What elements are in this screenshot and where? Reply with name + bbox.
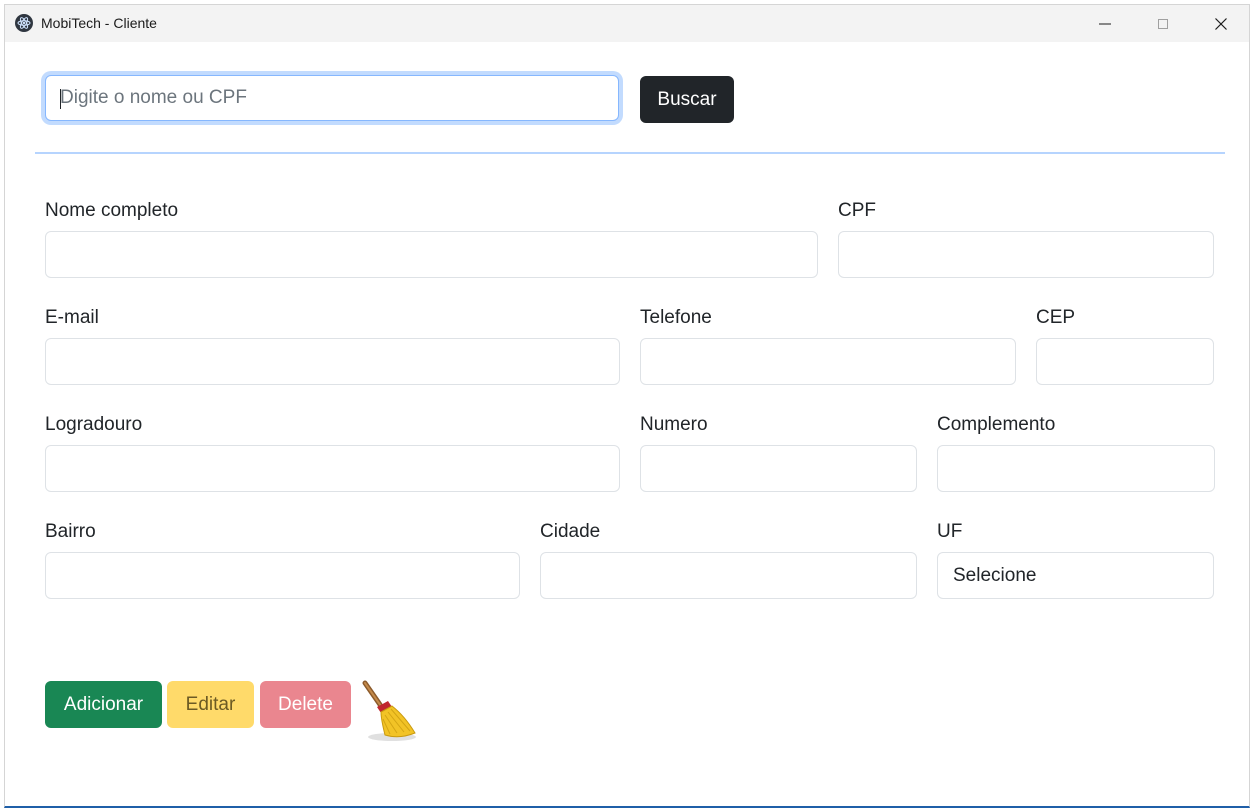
cidade-input[interactable] xyxy=(540,552,917,599)
uf-select[interactable]: Selecione xyxy=(937,552,1214,599)
numero-label: Numero xyxy=(640,414,708,435)
uf-label: UF xyxy=(937,521,963,542)
nome-label: Nome completo xyxy=(45,200,179,221)
broom-icon[interactable] xyxy=(357,679,419,743)
logradouro-label: Logradouro xyxy=(45,414,143,435)
text-caret xyxy=(60,89,61,109)
delete-button[interactable]: Delete xyxy=(260,681,351,728)
email-label: E-mail xyxy=(45,307,99,328)
uf-selected-value: Selecione xyxy=(953,564,1037,586)
email-input[interactable] xyxy=(45,338,620,385)
close-button[interactable] xyxy=(1192,5,1249,42)
search-button[interactable]: Buscar xyxy=(640,76,734,123)
cpf-label: CPF xyxy=(838,200,876,221)
bairro-label: Bairro xyxy=(45,521,96,542)
logradouro-input[interactable] xyxy=(45,445,620,492)
edit-button[interactable]: Editar xyxy=(167,681,254,728)
nome-input[interactable] xyxy=(45,231,818,278)
client-form-area: Buscar Nome completo CPF E-mail Telefone… xyxy=(5,42,1249,806)
minimize-icon xyxy=(1099,23,1111,24)
app-window: MobiTech - Cliente Buscar Nome completo … xyxy=(4,4,1250,808)
section-divider xyxy=(35,152,1225,154)
numero-input[interactable] xyxy=(640,445,917,492)
cep-input[interactable] xyxy=(1036,338,1214,385)
complemento-input[interactable] xyxy=(937,445,1215,492)
cpf-input[interactable] xyxy=(838,231,1214,278)
title-bar: MobiTech - Cliente xyxy=(5,5,1249,42)
maximize-icon xyxy=(1158,18,1168,29)
cidade-label: Cidade xyxy=(540,521,601,542)
telefone-input[interactable] xyxy=(640,338,1016,385)
cep-label: CEP xyxy=(1036,307,1076,328)
window-title: MobiTech - Cliente xyxy=(41,15,157,31)
minimize-button[interactable] xyxy=(1076,5,1134,42)
close-icon xyxy=(1215,17,1227,30)
telefone-label: Telefone xyxy=(640,307,712,328)
maximize-button[interactable] xyxy=(1134,5,1192,42)
complemento-label: Complemento xyxy=(937,414,1056,435)
electron-app-icon xyxy=(15,14,33,32)
bairro-input[interactable] xyxy=(45,552,520,599)
add-button[interactable]: Adicionar xyxy=(45,681,162,728)
search-input[interactable] xyxy=(45,75,619,121)
